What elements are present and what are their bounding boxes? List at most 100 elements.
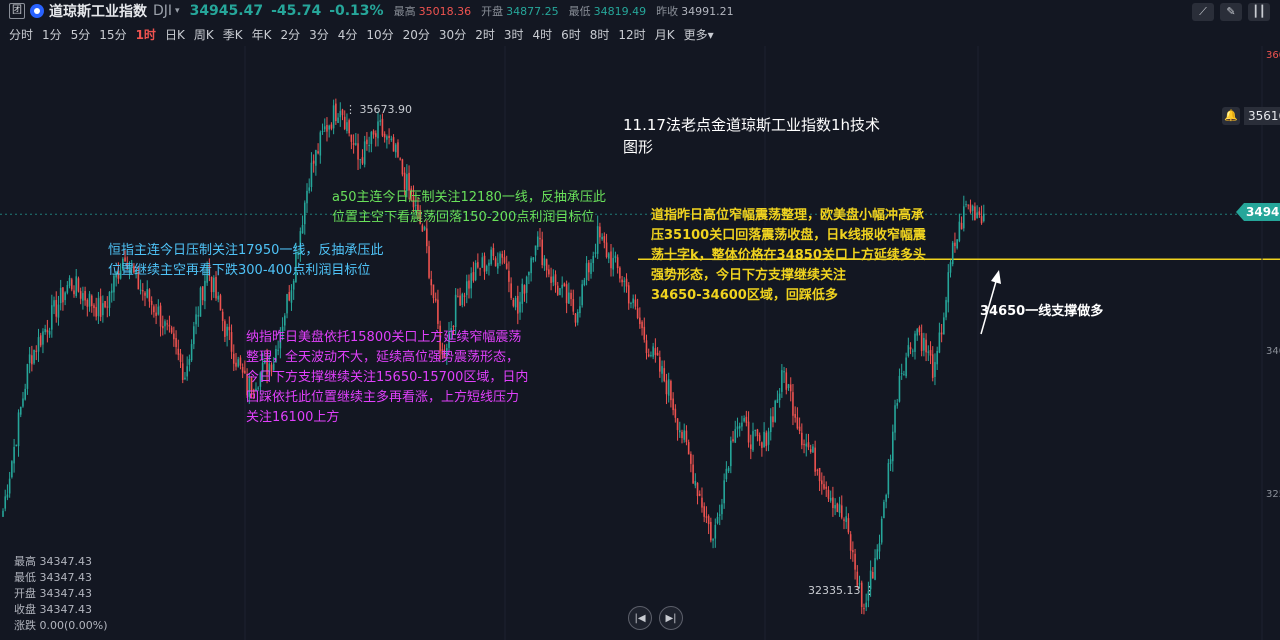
- ohlc-high-label: 最高: [14, 555, 36, 568]
- candle-body-160: [357, 143, 359, 160]
- candle-body-213: [474, 263, 477, 281]
- candle-body-216: [481, 257, 484, 268]
- next-icon[interactable]: ▶|: [659, 606, 683, 630]
- candle-body-252: [561, 284, 563, 289]
- candle-body-362: [805, 443, 808, 447]
- candle-body-28: [64, 292, 66, 301]
- timeframe-1[interactable]: 1分: [42, 26, 62, 43]
- candle-body-356: [792, 392, 794, 416]
- candle-body-227: [505, 263, 508, 269]
- alert-value: 35616: [1244, 107, 1280, 125]
- prev-icon[interactable]: |◀: [628, 606, 652, 630]
- candle-body-138: [308, 187, 311, 191]
- symbol-dropdown-icon[interactable]: ▾: [175, 6, 180, 16]
- timeframe-11[interactable]: 4分: [338, 26, 358, 43]
- candle-body-257: [572, 299, 575, 312]
- timeframe-9[interactable]: 2分: [280, 26, 300, 43]
- timeframe-18[interactable]: 6时: [561, 26, 581, 43]
- candle-body-220: [490, 249, 492, 265]
- candle-body-26: [59, 287, 62, 304]
- timeframe-19[interactable]: 8时: [590, 26, 610, 43]
- timeframe-0[interactable]: 分时: [9, 26, 33, 43]
- candle-body-313: [696, 482, 699, 497]
- timeframe-8[interactable]: 年K: [252, 26, 272, 43]
- candle-body-410: [911, 350, 914, 352]
- candle-body-34: [77, 278, 80, 292]
- timeframe-7[interactable]: 季K: [223, 26, 243, 43]
- candle-body-81: [181, 363, 184, 380]
- candle-body-219: [488, 262, 490, 266]
- timeframe-10[interactable]: 3分: [309, 26, 329, 43]
- candle-body-311: [692, 464, 694, 484]
- ohlc-close: 34347.43: [39, 603, 93, 616]
- candle-body-161: [359, 159, 362, 161]
- candle-body-315: [701, 497, 703, 508]
- candle-body-437: [971, 205, 974, 211]
- timeframe-2[interactable]: 5分: [71, 26, 91, 43]
- candle-body-326: [725, 468, 728, 480]
- candle-body-303: [674, 408, 677, 418]
- annotation-hsi: 恒指主连今日压制关注17950一线，反抽承压此 位置继续主空再看下跌300-40…: [108, 243, 384, 278]
- candle-body-141: [315, 150, 317, 166]
- candle-body-354: [787, 384, 790, 388]
- candle-body-399: [887, 463, 890, 495]
- candle-body-281: [625, 278, 628, 287]
- candle-body-167: [372, 130, 375, 135]
- candle-body-357: [794, 414, 796, 418]
- brush-icon[interactable]: ✎: [1220, 3, 1242, 21]
- candle-body-261: [581, 284, 583, 306]
- timeframe-14[interactable]: 30分: [439, 26, 466, 43]
- candle-body-102: [228, 326, 231, 331]
- timeframe-15[interactable]: 2时: [475, 26, 495, 43]
- timeframe-16[interactable]: 3时: [504, 26, 524, 43]
- timeframe-17[interactable]: 4时: [532, 26, 552, 43]
- candle-body-366: [814, 447, 816, 472]
- candle-body-258: [574, 313, 577, 323]
- last-price-tag: 34945: [1236, 203, 1280, 221]
- timeframe-20[interactable]: 12时: [618, 26, 645, 43]
- candle-body-142: [317, 151, 319, 154]
- candle-body-75: [168, 324, 171, 327]
- candle-body-136: [303, 202, 306, 225]
- candle-body-292: [650, 355, 652, 357]
- line-tool-icon[interactable]: ⟋: [1192, 3, 1214, 21]
- candle-settings-icon[interactable]: ┃┃: [1248, 3, 1270, 21]
- candle-body-404: [898, 375, 901, 402]
- symbol-name[interactable]: 道琼斯工业指数: [49, 1, 147, 21]
- ohlc-open: 34347.43: [39, 587, 93, 600]
- timeframe-13[interactable]: 20分: [403, 26, 430, 43]
- timeframe-3[interactable]: 15分: [99, 26, 126, 43]
- candle-body-384: [854, 553, 856, 570]
- candle-body-411: [914, 333, 916, 352]
- candle-body-97: [217, 295, 220, 300]
- candle-body-293: [652, 346, 654, 357]
- candle-body-233: [519, 301, 521, 313]
- timeframe-22[interactable]: 更多▾: [684, 26, 714, 43]
- candle-body-253: [563, 283, 566, 287]
- candle-body-243: [541, 239, 544, 265]
- timeframe-4[interactable]: 1时: [136, 26, 156, 43]
- candle-body-402: [894, 405, 896, 433]
- candle-body-7: [17, 412, 20, 447]
- timeframe-6[interactable]: 周K: [194, 26, 214, 43]
- candle-body-191: [426, 228, 428, 247]
- candle-body-229: [510, 283, 512, 298]
- bell-icon[interactable]: 🔔: [1222, 107, 1240, 125]
- timeframe-12[interactable]: 10分: [366, 26, 393, 43]
- candle-body-8: [19, 406, 22, 415]
- price-alert[interactable]: 🔔 35616: [1222, 107, 1280, 125]
- symbol-code[interactable]: DJI: [153, 3, 172, 19]
- candle-body-71: [159, 305, 162, 327]
- candle-body-38: [86, 299, 89, 307]
- candle-body-168: [374, 133, 377, 137]
- candle-body-22: [51, 305, 53, 330]
- quote-header: 团 道琼斯工业指数 DJI ▾ 34945.47 -45.74 -0.13% 最…: [0, 0, 1280, 22]
- candle-body-151: [337, 117, 339, 123]
- candle-body-135: [301, 224, 304, 234]
- timeframe-5[interactable]: 日K: [165, 26, 185, 43]
- candle-body-383: [852, 550, 854, 553]
- timeframe-21[interactable]: 月K: [655, 26, 675, 43]
- candle-body-74: [166, 323, 169, 325]
- candle-body-407: [905, 357, 907, 377]
- candle-body-9: [22, 398, 24, 407]
